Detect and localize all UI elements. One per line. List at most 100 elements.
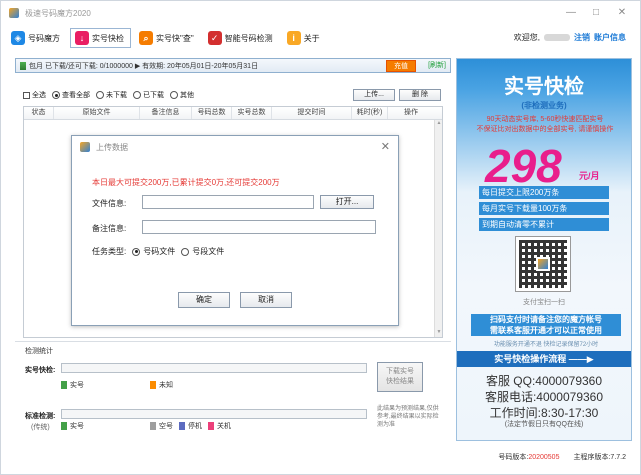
version-label: 号码版本: xyxy=(498,454,529,461)
standard-check-progress xyxy=(61,409,367,419)
promo-bullet-3: 到期自动清零不累计 xyxy=(479,218,609,231)
legend-label: 停机 xyxy=(188,423,202,430)
col-remark[interactable]: 备注信息 xyxy=(140,107,192,119)
view-all-radio[interactable]: 查看全部 xyxy=(52,90,90,100)
stats-section-title: 检测统计 xyxy=(25,348,53,355)
legend-swatch-shutdown xyxy=(179,422,185,430)
minimize-icon[interactable]: — xyxy=(564,7,578,19)
tab-number-magic[interactable]: ◈ 号码魔方 xyxy=(7,28,66,48)
tab-label: 智能号码检测 xyxy=(224,33,273,43)
filter-label: 全选 xyxy=(32,92,46,99)
username-redacted xyxy=(544,34,570,41)
filter-label: 已下载 xyxy=(143,92,164,99)
confirm-button[interactable]: 确定 xyxy=(178,292,230,308)
tab-about[interactable]: i 关于 xyxy=(283,28,326,48)
operation-flow-link[interactable]: 实号快检操作流程 ——▶ xyxy=(457,351,631,367)
number-file-label: 号码文件 xyxy=(143,247,176,256)
other-radio[interactable]: 其他 xyxy=(170,90,194,100)
open-file-button[interactable]: 打开... xyxy=(320,195,374,209)
logout-link[interactable]: 注销 xyxy=(574,32,590,43)
close-icon[interactable]: ✕ xyxy=(615,7,629,19)
standard-check-sub: (传统) xyxy=(31,424,50,431)
promo-subtitle: (非检测业务) xyxy=(521,101,567,110)
title-bar: 极速号码魔方2020 — □ ✕ xyxy=(1,1,640,25)
recharge-button[interactable]: 充值 xyxy=(386,60,416,72)
not-downloaded-radio[interactable]: 未下载 xyxy=(96,90,127,100)
tab-label: 实号快"查" xyxy=(156,33,194,43)
real-check-label: 实号快检: xyxy=(25,367,56,374)
maximize-icon[interactable]: □ xyxy=(589,7,603,19)
col-status[interactable]: 状态 xyxy=(24,107,54,119)
legend-label: 未知 xyxy=(159,382,173,389)
filter-label: 查看全部 xyxy=(62,92,90,99)
main-toolbar: ◈ 号码魔方 ↓ 实号快检 ⌕ 实号快"查" ✓ 智能号码检测 i 关于 欢迎您… xyxy=(7,27,634,49)
upload-dialog: 上传数据 ✕ 本日最大可提交200万,已累计提交0万,还可提交200万 文件信息… xyxy=(71,135,399,326)
col-submit-time[interactable]: 提交时间 xyxy=(272,107,352,119)
col-real-total[interactable]: 实号总数 xyxy=(232,107,272,119)
promo-small-print: 功能服务开通不退 快检记录保留72小时 xyxy=(493,342,599,348)
col-elapsed[interactable]: 耗时(秒) xyxy=(352,107,388,119)
task-type-label: 任务类型: xyxy=(92,247,127,256)
col-number-total[interactable]: 号码总数 xyxy=(192,107,232,119)
task-type-row: 任务类型: 号码文件 号段文件 xyxy=(92,246,224,257)
subscription-status-text: 包月 已下载/还可下载: 0/1000000 ▶ 有效期: 20年05月01日-… xyxy=(29,62,259,70)
col-action[interactable]: 操作 xyxy=(388,107,434,119)
tab-real-query[interactable]: ⌕ 实号快"查" xyxy=(135,28,200,48)
downloaded-radio[interactable]: 已下载 xyxy=(133,90,164,100)
cube-icon: ◈ xyxy=(11,31,25,45)
segment-file-radio[interactable] xyxy=(181,247,190,256)
dialog-title-bar: 上传数据 ✕ xyxy=(72,136,398,158)
window-title: 极速号码魔方2020 xyxy=(25,8,91,18)
legend-swatch-empty xyxy=(150,422,156,430)
version-value: 20200505 xyxy=(528,454,560,461)
legend-label: 实号 xyxy=(70,423,84,430)
section-divider xyxy=(15,341,451,342)
file-info-label: 文件信息: xyxy=(92,199,127,208)
file-info-input[interactable] xyxy=(142,195,314,209)
alipay-caption: 支付宝扫一扫 xyxy=(523,299,565,306)
download-results-button[interactable]: 下载实号 快检结果 xyxy=(377,362,423,392)
number-file-radio[interactable] xyxy=(132,247,141,256)
support-qq: 客服 QQ:4000079360 xyxy=(485,374,603,388)
upload-button[interactable]: 上传... xyxy=(353,89,395,101)
refresh-link[interactable]: [刷新] xyxy=(428,60,446,72)
radio-dot xyxy=(133,91,141,99)
promo-highlight: 扫码支付时请备注您的魔方帐号 需联系客服开通才可以正常使用 xyxy=(471,314,621,336)
promo-bullet-1: 每日提交上限200万条 xyxy=(479,186,609,199)
cancel-button[interactable]: 取消 xyxy=(240,292,292,308)
signal-icon xyxy=(20,61,26,70)
dialog-title: 上传数据 xyxy=(96,142,128,152)
tab-label: 实号快检 xyxy=(92,33,124,43)
real-check-progress xyxy=(61,363,367,373)
tab-real-check[interactable]: ↓ 实号快检 xyxy=(70,28,131,48)
app-window: 极速号码魔方2020 — □ ✕ ◈ 号码魔方 ↓ 实号快检 ⌕ 实号快"查" … xyxy=(0,0,641,475)
filter-label: 未下载 xyxy=(106,92,127,99)
promo-description: 90天动态实号库, 5-60秒快速匹配实号 不保证比对出数据中的全部实号, 请谨… xyxy=(476,116,614,133)
download-icon: ↓ xyxy=(75,31,89,45)
subscription-status-bar: 包月 已下载/还可下载: 0/1000000 ▶ 有效期: 20年05月01日-… xyxy=(15,58,451,73)
check-icon: ✓ xyxy=(207,31,222,45)
standard-check-legend: 实号 空号 停机 关机 xyxy=(55,421,231,431)
promo-price-unit: 元/月 xyxy=(579,171,600,181)
remark-input[interactable] xyxy=(142,220,376,234)
col-source-file[interactable]: 原始文件 xyxy=(54,107,140,119)
app-logo-icon xyxy=(9,8,19,18)
daily-limit-notice: 本日最大可提交200万,已累计提交0万,还可提交200万 xyxy=(92,178,280,187)
radio-dot xyxy=(52,91,60,99)
segment-file-label: 号段文件 xyxy=(192,247,225,256)
select-all-checkbox[interactable]: 全选 xyxy=(23,90,46,100)
info-icon: i xyxy=(286,31,301,45)
tab-smart-detect[interactable]: ✓ 智能号码检测 xyxy=(204,28,279,48)
dialog-close-icon[interactable]: ✕ xyxy=(381,140,390,153)
legend-swatch-unknown xyxy=(150,381,156,389)
filter-label: 其他 xyxy=(180,92,194,99)
account-info-link[interactable]: 账户信息 xyxy=(594,32,626,43)
standard-check-label: 标准检测: xyxy=(25,413,56,420)
promo-price: 298 xyxy=(485,140,562,192)
table-scrollbar[interactable] xyxy=(434,120,443,337)
legend-label: 关机 xyxy=(217,423,231,430)
welcome-area: 欢迎您, 注销 账户信息 xyxy=(514,32,626,43)
version-value: 7.7.2 xyxy=(610,454,626,461)
delete-button[interactable]: 删 除 xyxy=(399,89,441,101)
promo-banner[interactable]: 实号快检 (非检测业务) 90天动态实号库, 5-60秒快速匹配实号 不保证比对… xyxy=(456,58,632,441)
